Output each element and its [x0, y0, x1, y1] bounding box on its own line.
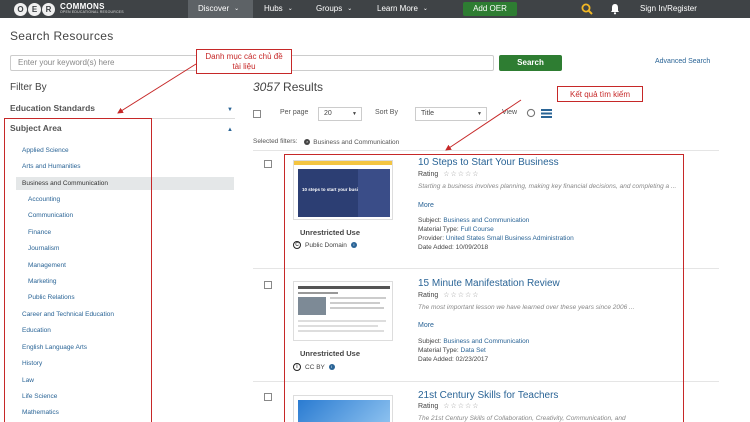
filter-by-heading: Filter By [10, 82, 47, 93]
caret-down-icon: ▼ [227, 107, 233, 113]
sign-in-register-link[interactable]: Sign In/Register [640, 0, 697, 18]
selected-filter-text: Business and Communication [313, 138, 400, 146]
oer-commons-logo[interactable]: O E R COMMONS OPEN EDUCATIONAL RESOURCES [14, 1, 124, 17]
search-button[interactable]: Search [499, 55, 562, 71]
result-checkbox[interactable] [264, 281, 272, 289]
sort-by-select[interactable]: Title ▼ [415, 107, 487, 121]
sort-by-label: Sort By [375, 109, 398, 116]
selected-filters-label: Selected filters: [253, 138, 298, 145]
list-view-icon[interactable] [541, 108, 552, 118]
chevron-down-icon: ⌄ [347, 6, 353, 12]
bell-icon[interactable] [608, 2, 622, 16]
nav-hubs-label: Hubs [264, 4, 283, 13]
chevron-down-icon: ⌄ [234, 6, 240, 12]
grid-view-icon[interactable] [526, 108, 536, 118]
sort-by-value: Title [421, 110, 434, 117]
per-page-value: 20 [324, 110, 332, 117]
divider [253, 150, 719, 151]
per-page-select[interactable]: 20 ▼ [318, 107, 362, 121]
logo-subtitle: OPEN EDUCATIONAL RESOURCES [60, 10, 124, 15]
chevron-down-icon: ▼ [477, 111, 482, 117]
logo-letter-e: E [28, 2, 41, 16]
logo-letter-r: R [42, 2, 55, 16]
chevron-down-icon: ⌄ [287, 6, 293, 12]
search-icon[interactable] [580, 2, 594, 16]
nav-hubs[interactable]: Hubs ⌄ [254, 0, 303, 18]
top-navbar: O E R COMMONS OPEN EDUCATIONAL RESOURCES… [0, 0, 750, 18]
advanced-search-link[interactable]: Advanced Search [655, 58, 710, 65]
select-all-checkbox[interactable] [253, 110, 261, 118]
education-standards-label: Education Standards [10, 103, 96, 113]
callout-search-results: Kết quả tìm kiếm [557, 86, 643, 102]
remove-filter-icon[interactable]: × [304, 139, 311, 145]
nav-groups[interactable]: Groups ⌄ [306, 0, 362, 18]
per-page-label: Per page [280, 109, 309, 116]
page-title: Search Resources [10, 29, 114, 43]
chevron-down-icon: ⌄ [422, 6, 428, 12]
caret-up-icon: ▲ [227, 127, 233, 133]
nav-discover-label: Discover [198, 4, 230, 13]
callout-subject-categories: Danh mục các chủ đề tài liệu [196, 49, 292, 74]
nav-learn-more[interactable]: Learn More ⌄ [367, 0, 438, 18]
result-checkbox[interactable] [264, 393, 272, 401]
annotation-box-results [284, 154, 684, 422]
result-checkbox[interactable] [264, 160, 272, 168]
nav-groups-label: Groups [316, 4, 343, 13]
selected-filters: Selected filters: × Business and Communi… [253, 138, 399, 146]
nav-discover[interactable]: Discover ⌄ [188, 0, 253, 18]
nav-learn-more-label: Learn More [377, 4, 418, 13]
results-number: 3057 [253, 80, 280, 94]
selected-filter-chip[interactable]: × Business and Communication [304, 139, 399, 146]
add-oer-button[interactable]: Add OER [463, 2, 517, 16]
logo-letter-o: O [14, 2, 27, 16]
chevron-down-icon: ▼ [352, 111, 357, 117]
results-label: Results [283, 80, 324, 94]
view-label: View [502, 109, 518, 116]
results-count: 3057 Results [253, 80, 323, 94]
annotation-box-subjects [4, 118, 152, 422]
